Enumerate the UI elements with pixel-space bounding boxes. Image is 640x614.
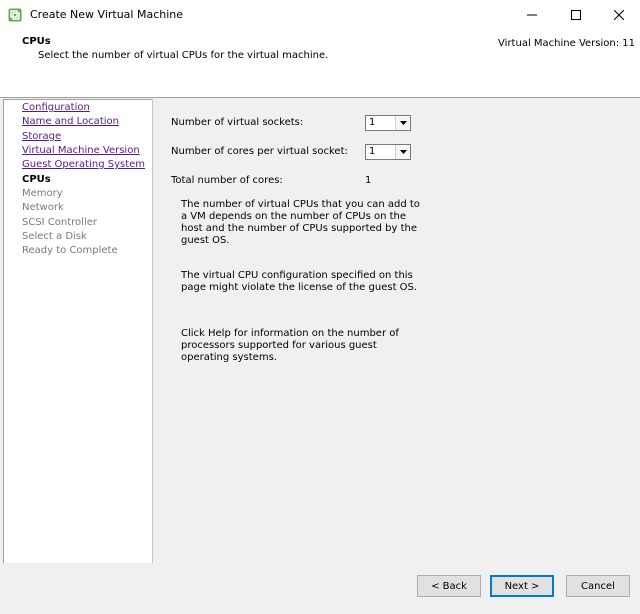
cores-per-socket-select[interactable]: 1 [365,144,411,160]
step-storage[interactable]: Storage [22,131,61,142]
step-guest-operating-system[interactable]: Guest Operating System [22,159,145,170]
cores-per-socket-value: 1 [369,146,376,157]
sockets-select[interactable]: 1 [365,115,411,131]
step-network: Network [22,202,64,213]
close-icon [613,10,624,20]
wizard-steps-panel: Configuration Name and Location Storage … [3,99,153,563]
step-configuration[interactable]: Configuration [22,102,90,113]
minimize-icon [527,14,537,16]
info-cpu-limits: The number of virtual CPUs that you can … [181,199,420,246]
vm-version-label: Virtual Machine Version: 11 [498,38,635,49]
cores-per-socket-label: Number of cores per virtual socket: [171,146,348,157]
step-ready-to-complete: Ready to Complete [22,245,118,256]
step-memory: Memory [22,188,63,199]
next-button[interactable]: Next > [490,575,554,597]
chevron-down-icon[interactable] [395,116,410,130]
sockets-value: 1 [369,117,376,128]
total-cores-label: Total number of cores: [171,175,283,186]
page-title: CPUs [22,36,51,47]
sockets-label: Number of virtual sockets: [171,117,304,128]
cpu-settings-panel: Number of virtual sockets: 1 Number of c… [153,99,637,563]
maximize-button[interactable] [553,0,599,30]
vmware-app-icon [8,8,22,22]
cancel-button[interactable]: Cancel [566,575,630,597]
info-help-hint: Click Help for information on the number… [181,328,399,363]
title-bar: Create New Virtual Machine [0,0,640,31]
step-scsi-controller: SCSI Controller [22,217,97,228]
minimize-button[interactable] [509,0,555,30]
chevron-down-icon[interactable] [395,145,410,159]
info-license-warning: The virtual CPU configuration specified … [181,270,418,293]
step-cpus: CPUs [22,174,51,185]
page-subtitle: Select the number of virtual CPUs for th… [38,50,329,61]
maximize-icon [571,10,581,20]
close-button[interactable] [597,0,640,30]
back-button[interactable]: < Back [417,575,481,597]
wizard-header: CPUs Select the number of virtual CPUs f… [0,30,640,98]
step-virtual-machine-version[interactable]: Virtual Machine Version [22,145,140,156]
total-cores-value: 1 [365,175,372,186]
window-title: Create New Virtual Machine [30,8,184,21]
step-name-and-location[interactable]: Name and Location [22,116,119,127]
step-select-a-disk: Select a Disk [22,231,87,242]
